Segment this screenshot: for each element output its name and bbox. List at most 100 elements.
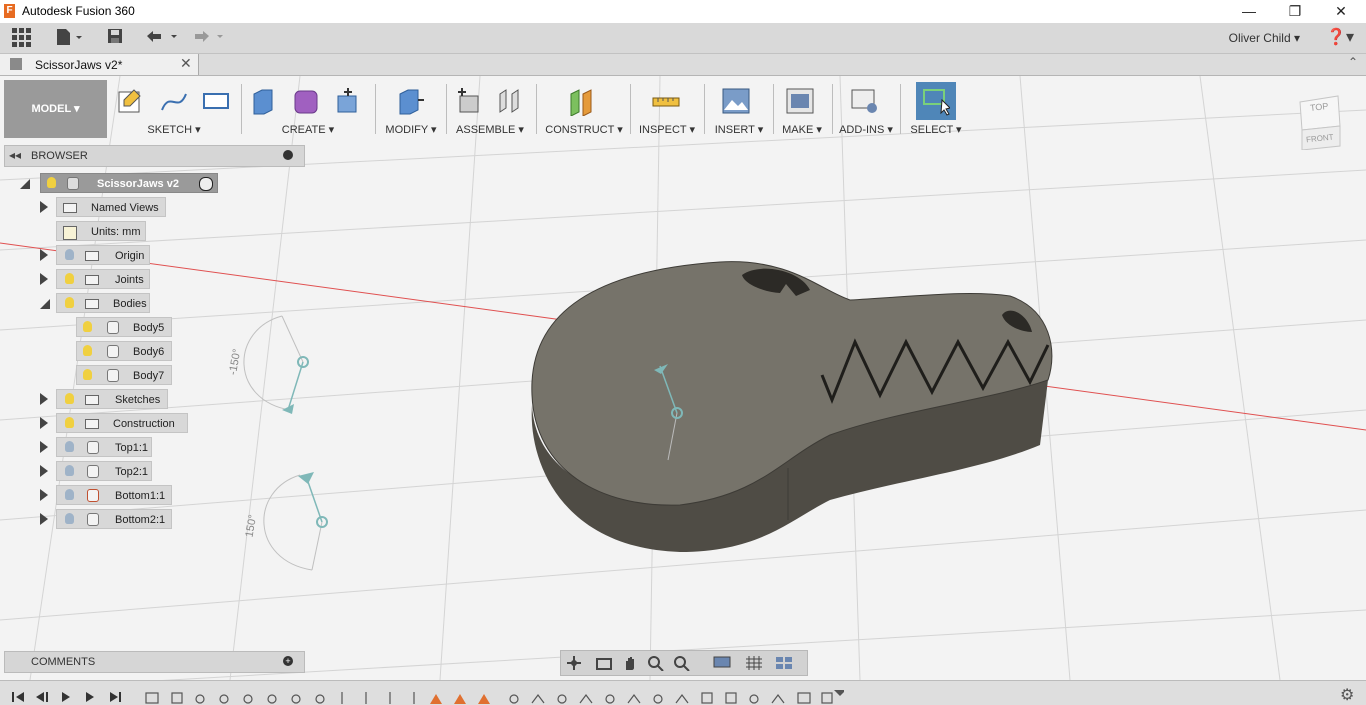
toolbar-separator bbox=[832, 84, 833, 134]
toolbar-group-construct[interactable]: CONSTRUCT ▾ bbox=[540, 80, 628, 138]
browser-item-label: Body6 bbox=[133, 346, 165, 358]
browser-item-label: Joints bbox=[115, 274, 144, 286]
extrude-icon bbox=[253, 89, 273, 115]
toolbar-assemble-label: ASSEMBLE ▾ bbox=[456, 124, 524, 136]
visibility-bulb-icon[interactable] bbox=[65, 489, 74, 500]
component-warning-icon bbox=[87, 489, 99, 502]
visibility-bulb-icon[interactable] bbox=[83, 369, 92, 380]
visibility-bulb-icon[interactable] bbox=[65, 513, 74, 524]
title-bar: F Autodesk Fusion 360 — ❐ ✕ bbox=[0, 0, 1366, 23]
toolbar-select-label: SELECT ▾ bbox=[910, 124, 962, 136]
timeline-bar: ⚙ bbox=[0, 680, 1366, 705]
expand-icon[interactable] bbox=[40, 201, 48, 213]
save-icon[interactable] bbox=[104, 27, 126, 49]
scripts-addins-icon bbox=[851, 89, 877, 113]
workspace-label: MODEL bbox=[31, 103, 71, 115]
toolbar-group-insert[interactable]: INSERT ▾ bbox=[708, 80, 770, 138]
restore-button[interactable]: ❐ bbox=[1272, 0, 1318, 23]
expand-icon[interactable] bbox=[40, 465, 48, 477]
toolbar-group-inspect[interactable]: INSPECT ▾ bbox=[634, 80, 700, 138]
timeline-features[interactable] bbox=[144, 690, 846, 704]
close-tab-icon[interactable]: ✕ bbox=[180, 55, 192, 72]
timeline-settings-gear-icon[interactable]: ⚙ bbox=[1340, 685, 1354, 705]
window-title: Autodesk Fusion 360 bbox=[22, 4, 135, 18]
expand-icon[interactable] bbox=[40, 393, 48, 405]
body-icon bbox=[107, 345, 119, 358]
browser-item-label: Named Views bbox=[91, 202, 159, 214]
timeline-previous-icon[interactable] bbox=[34, 690, 48, 704]
visibility-bulb-icon[interactable] bbox=[47, 177, 56, 188]
viewcube-top-label[interactable]: TOP bbox=[1310, 101, 1329, 113]
viewports-icon[interactable] bbox=[775, 655, 793, 671]
user-account-menu[interactable]: Oliver Child ▾ bbox=[1229, 31, 1300, 45]
browser-item-label: Sketches bbox=[115, 394, 161, 406]
toolbar-construct-label: CONSTRUCT ▾ bbox=[545, 124, 623, 136]
visibility-bulb-icon[interactable] bbox=[65, 393, 74, 404]
component-icon bbox=[87, 441, 99, 454]
measure-icon bbox=[652, 97, 680, 107]
undo-icon[interactable] bbox=[142, 27, 180, 49]
browser-root-chip[interactable]: ScissorJaws v2 bbox=[40, 173, 218, 193]
timeline-play-icon[interactable] bbox=[58, 690, 72, 704]
comments-title: COMMENTS bbox=[31, 656, 96, 668]
expand-icon[interactable] bbox=[40, 273, 48, 285]
expand-icon[interactable] bbox=[40, 249, 48, 261]
browser-item-label: Construction bbox=[113, 418, 175, 430]
close-window-button[interactable]: ✕ bbox=[1318, 0, 1364, 23]
browser-item-label: Origin bbox=[115, 250, 145, 262]
comments-panel-header[interactable]: COMMENTS + bbox=[4, 651, 305, 673]
visibility-bulb-icon[interactable] bbox=[65, 297, 74, 308]
visibility-bulb-icon[interactable] bbox=[83, 345, 92, 356]
expand-icon[interactable] bbox=[40, 489, 48, 501]
visibility-bulb-icon[interactable] bbox=[83, 321, 92, 332]
document-cube-icon bbox=[10, 58, 22, 70]
collapse-browser-icon[interactable]: ◂◂ bbox=[9, 148, 21, 162]
display-settings-icon[interactable] bbox=[713, 655, 731, 671]
minimize-button[interactable]: — bbox=[1226, 0, 1272, 23]
expand-icon[interactable] bbox=[40, 441, 48, 453]
grid-settings-icon[interactable] bbox=[745, 655, 763, 671]
timeline-last-icon[interactable] bbox=[106, 690, 122, 704]
visibility-bulb-icon[interactable] bbox=[65, 249, 74, 260]
toolbar-group-select[interactable]: SELECT ▾ bbox=[904, 80, 968, 138]
toolbar-group-add-ins[interactable]: ADD-INS ▾ bbox=[836, 80, 896, 138]
visibility-bulb-icon[interactable] bbox=[65, 273, 74, 284]
question-icon[interactable]: ❓▾ bbox=[1326, 27, 1354, 47]
expand-icon[interactable] bbox=[40, 513, 48, 525]
visibility-bulb-icon[interactable] bbox=[65, 465, 74, 476]
file-menu-icon[interactable] bbox=[52, 27, 86, 49]
browser-minimize-icon[interactable] bbox=[283, 150, 293, 160]
expand-icon[interactable] bbox=[40, 417, 48, 429]
view-cube[interactable]: TOP FRONT bbox=[1294, 92, 1344, 151]
visibility-bulb-icon[interactable] bbox=[65, 417, 74, 428]
toolbar-separator bbox=[241, 84, 242, 134]
timeline-next-icon[interactable] bbox=[82, 690, 96, 704]
redo-icon[interactable] bbox=[188, 27, 226, 49]
toolbar-group-assemble[interactable]: ASSEMBLE ▾ bbox=[450, 80, 530, 138]
browser-panel-header[interactable]: ◂◂ BROWSER bbox=[4, 145, 305, 167]
activate-component-icon[interactable] bbox=[199, 177, 213, 191]
toolbar-add-ins-label: ADD-INS ▾ bbox=[839, 124, 893, 136]
collapse-root-icon[interactable] bbox=[20, 179, 30, 189]
select-cursor-icon bbox=[923, 89, 950, 116]
orbit-icon[interactable] bbox=[565, 655, 583, 671]
fit-zoom-icon[interactable] bbox=[673, 655, 691, 671]
document-tab[interactable]: ScissorJaws v2* ✕ bbox=[0, 54, 199, 75]
look-at-icon[interactable] bbox=[595, 655, 613, 671]
data-panel-grid-icon[interactable] bbox=[8, 27, 34, 49]
toolbar-group-modify[interactable]: MODIFY ▾ bbox=[380, 80, 442, 138]
browser-root-row[interactable]: ScissorJaws v2 bbox=[20, 173, 220, 193]
folder-icon bbox=[63, 203, 77, 213]
toolbar-group-create[interactable]: CREATE ▾ bbox=[246, 80, 370, 138]
workspace-switcher[interactable]: MODEL ▾ bbox=[4, 80, 107, 138]
timeline-first-icon[interactable] bbox=[10, 690, 24, 704]
toolbar-group-sketch[interactable]: SKETCH ▾ bbox=[112, 80, 236, 138]
toolbar-group-make[interactable]: MAKE ▾ bbox=[776, 80, 828, 138]
collapse-toolbar-icon[interactable]: ⌃ bbox=[1348, 55, 1358, 69]
pan-hand-icon[interactable] bbox=[621, 655, 639, 671]
add-comment-icon[interactable]: + bbox=[283, 656, 293, 666]
collapse-icon[interactable] bbox=[40, 299, 50, 309]
zoom-icon[interactable] bbox=[647, 655, 665, 671]
visibility-bulb-icon[interactable] bbox=[65, 441, 74, 452]
toolbar-separator bbox=[630, 84, 631, 134]
